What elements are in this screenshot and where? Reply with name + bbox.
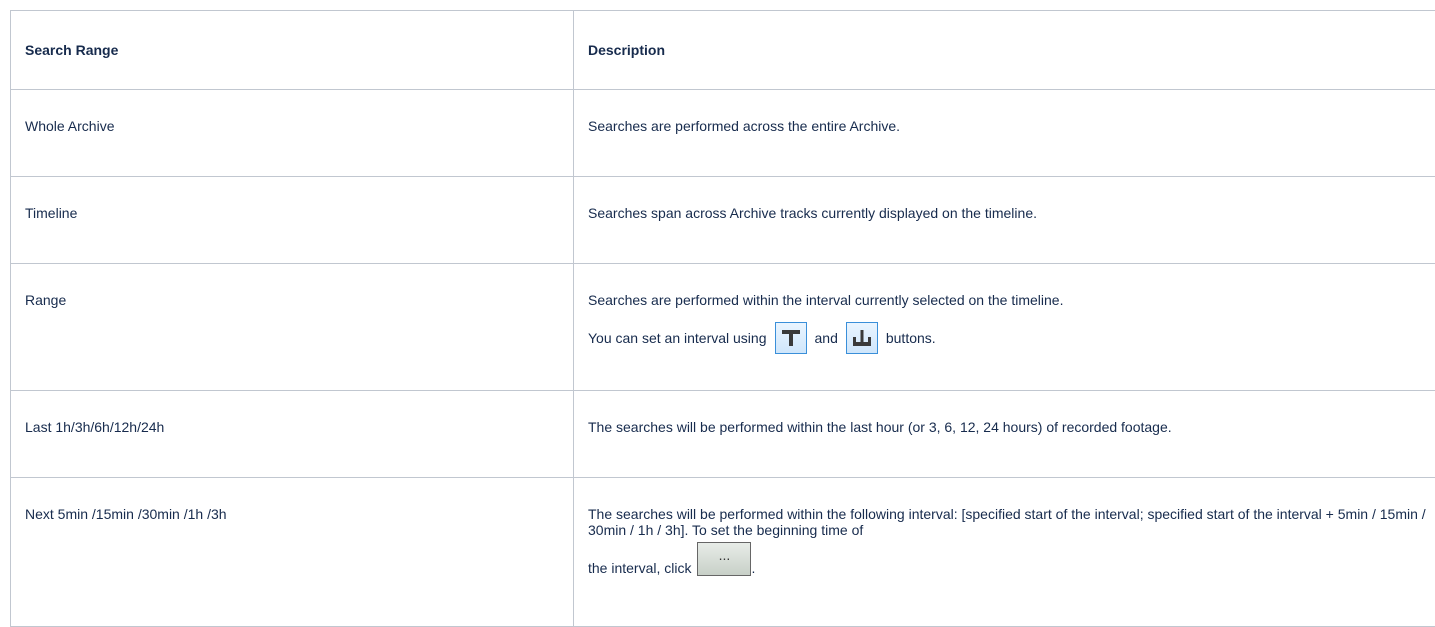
interval-end-icon <box>846 322 878 354</box>
line-text-after: buttons. <box>886 330 936 346</box>
table-row: Range Searches are performed within the … <box>11 264 1435 391</box>
line-text-and: and <box>815 330 838 346</box>
interval-start-icon <box>775 322 807 354</box>
line-text-before: You can set an interval using <box>588 330 767 346</box>
description-cell: The searches will be performed within th… <box>574 391 1435 478</box>
table-header-row: Search Range Description <box>11 11 1435 90</box>
range-cell: Range <box>11 264 574 391</box>
table-row: Next 5min /15min /30min /1h /3h The sear… <box>11 478 1435 627</box>
table-row: Whole Archive Searches are performed acr… <box>11 90 1435 177</box>
click-line: the interval, click ... . <box>588 542 1435 576</box>
range-cell: Timeline <box>11 177 574 264</box>
description-text: The searches will be performed within th… <box>588 506 1435 538</box>
description-text: Searches are performed within the interv… <box>588 292 1435 308</box>
description-cell: The searches will be performed within th… <box>574 478 1435 627</box>
click-text: the interval, click <box>588 560 691 576</box>
table-row: Last 1h/3h/6h/12h/24h The searches will … <box>11 391 1435 478</box>
range-cell: Whole Archive <box>11 90 574 177</box>
search-range-table: Search Range Description Whole Archive S… <box>10 10 1435 627</box>
description-cell: Searches are performed within the interv… <box>574 264 1435 391</box>
interval-buttons-line: You can set an interval using and <box>588 322 1435 354</box>
description-cell: Searches span across Archive tracks curr… <box>574 177 1435 264</box>
header-search-range: Search Range <box>11 11 574 90</box>
range-cell: Next 5min /15min /30min /1h /3h <box>11 478 574 627</box>
header-description: Description <box>574 11 1435 90</box>
ellipsis-button-image: ... <box>697 542 751 576</box>
end-punctuation: . <box>751 560 755 576</box>
description-cell: Searches are performed across the entire… <box>574 90 1435 177</box>
range-cell: Last 1h/3h/6h/12h/24h <box>11 391 574 478</box>
table-row: Timeline Searches span across Archive tr… <box>11 177 1435 264</box>
